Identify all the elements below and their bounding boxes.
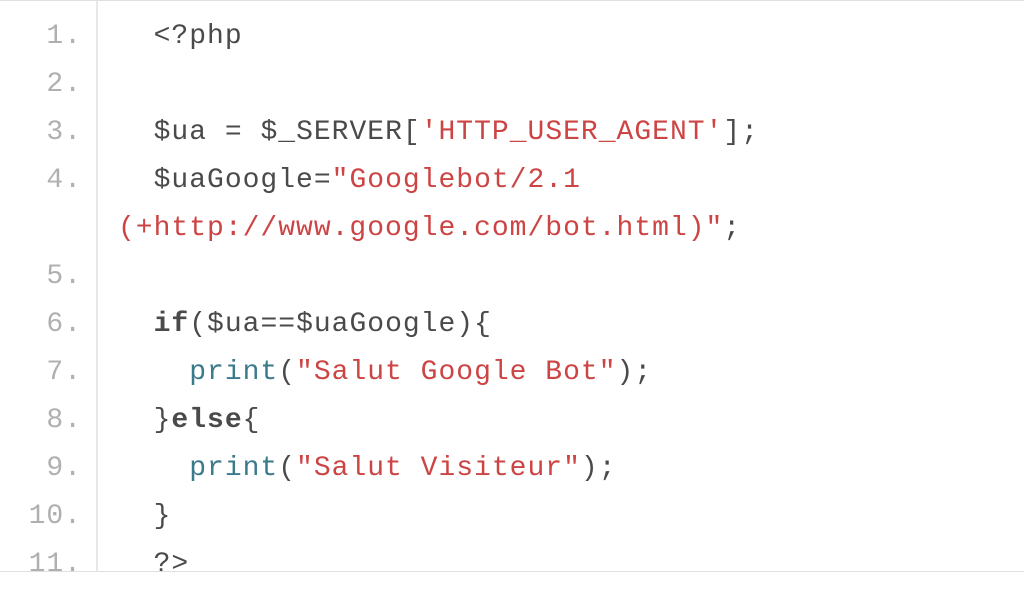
code-line: print("Salut Visiteur"); [118,445,759,493]
code-line: }else{ [118,397,759,445]
code-token: $uaGoogle [154,165,314,196]
code-token: "Salut Google Bot" [296,357,616,388]
code-line [118,253,759,301]
code-token: } [154,405,172,436]
code-token: $uaGoogle [296,309,456,340]
code-token: ) [617,357,635,388]
code-token: $_SERVER [260,117,402,148]
code-token: [ [403,117,421,148]
code-token: ?> [154,549,190,580]
code-token: ) [456,309,474,340]
code-token: (+http://www.google.com/bot.html)" [118,213,723,244]
code-line [118,61,759,109]
line-number: 7. [0,349,82,397]
code-token: ( [189,309,207,340]
line-number: 6. [0,301,82,349]
code-token: = [225,117,243,148]
code-line: if($ua==$uaGoogle){ [118,301,759,349]
code-token: if [154,309,190,340]
code-token: { [243,405,261,436]
code-token: ; [634,357,652,388]
line-number: 11. [0,541,82,589]
code-token: ] [723,117,741,148]
line-number: 10. [0,493,82,541]
line-number: 4. [0,157,82,205]
code-token: 'HTTP_USER_AGENT' [421,117,724,148]
code-token: $ua [207,309,260,340]
code-line: <?php [118,13,759,61]
code-token: ( [278,357,296,388]
code-token: "Salut Visiteur" [296,453,581,484]
code-token: ) [581,453,599,484]
code-token: else [171,405,242,436]
line-number: 3. [0,109,82,157]
code-token: <?php [154,21,243,52]
line-number: 9. [0,445,82,493]
line-number-gutter: 1.2.3.4..5.6.7.8.9.10.11. [0,1,98,571]
code-token: ( [278,453,296,484]
code-token: ; [723,213,741,244]
code-line: ?> [118,541,759,589]
code-line: } [118,493,759,541]
code-token [207,117,225,148]
line-number: 8. [0,397,82,445]
code-line: $uaGoogle="Googlebot/2.1 [118,157,759,205]
code-token: "Googlebot/2.1 [332,165,599,196]
code-token: } [154,501,172,532]
line-number: 5. [0,253,82,301]
code-line: print("Salut Google Bot"); [118,349,759,397]
code-token: print [189,357,278,388]
line-number: 1. [0,13,82,61]
code-token: { [474,309,492,340]
code-token: == [260,309,296,340]
code-token: ; [599,453,617,484]
code-token: print [189,453,278,484]
line-number: 2. [0,61,82,109]
code-token [243,117,261,148]
code-line: $ua = $_SERVER['HTTP_USER_AGENT']; [118,109,759,157]
code-block: 1.2.3.4..5.6.7.8.9.10.11. <?php $ua = $_… [0,0,1024,572]
code-content[interactable]: <?php $ua = $_SERVER['HTTP_USER_AGENT'];… [98,1,759,571]
code-line-wrap: (+http://www.google.com/bot.html)"; [118,205,759,253]
code-token: = [314,165,332,196]
code-token: $ua [154,117,207,148]
code-token: ; [741,117,759,148]
